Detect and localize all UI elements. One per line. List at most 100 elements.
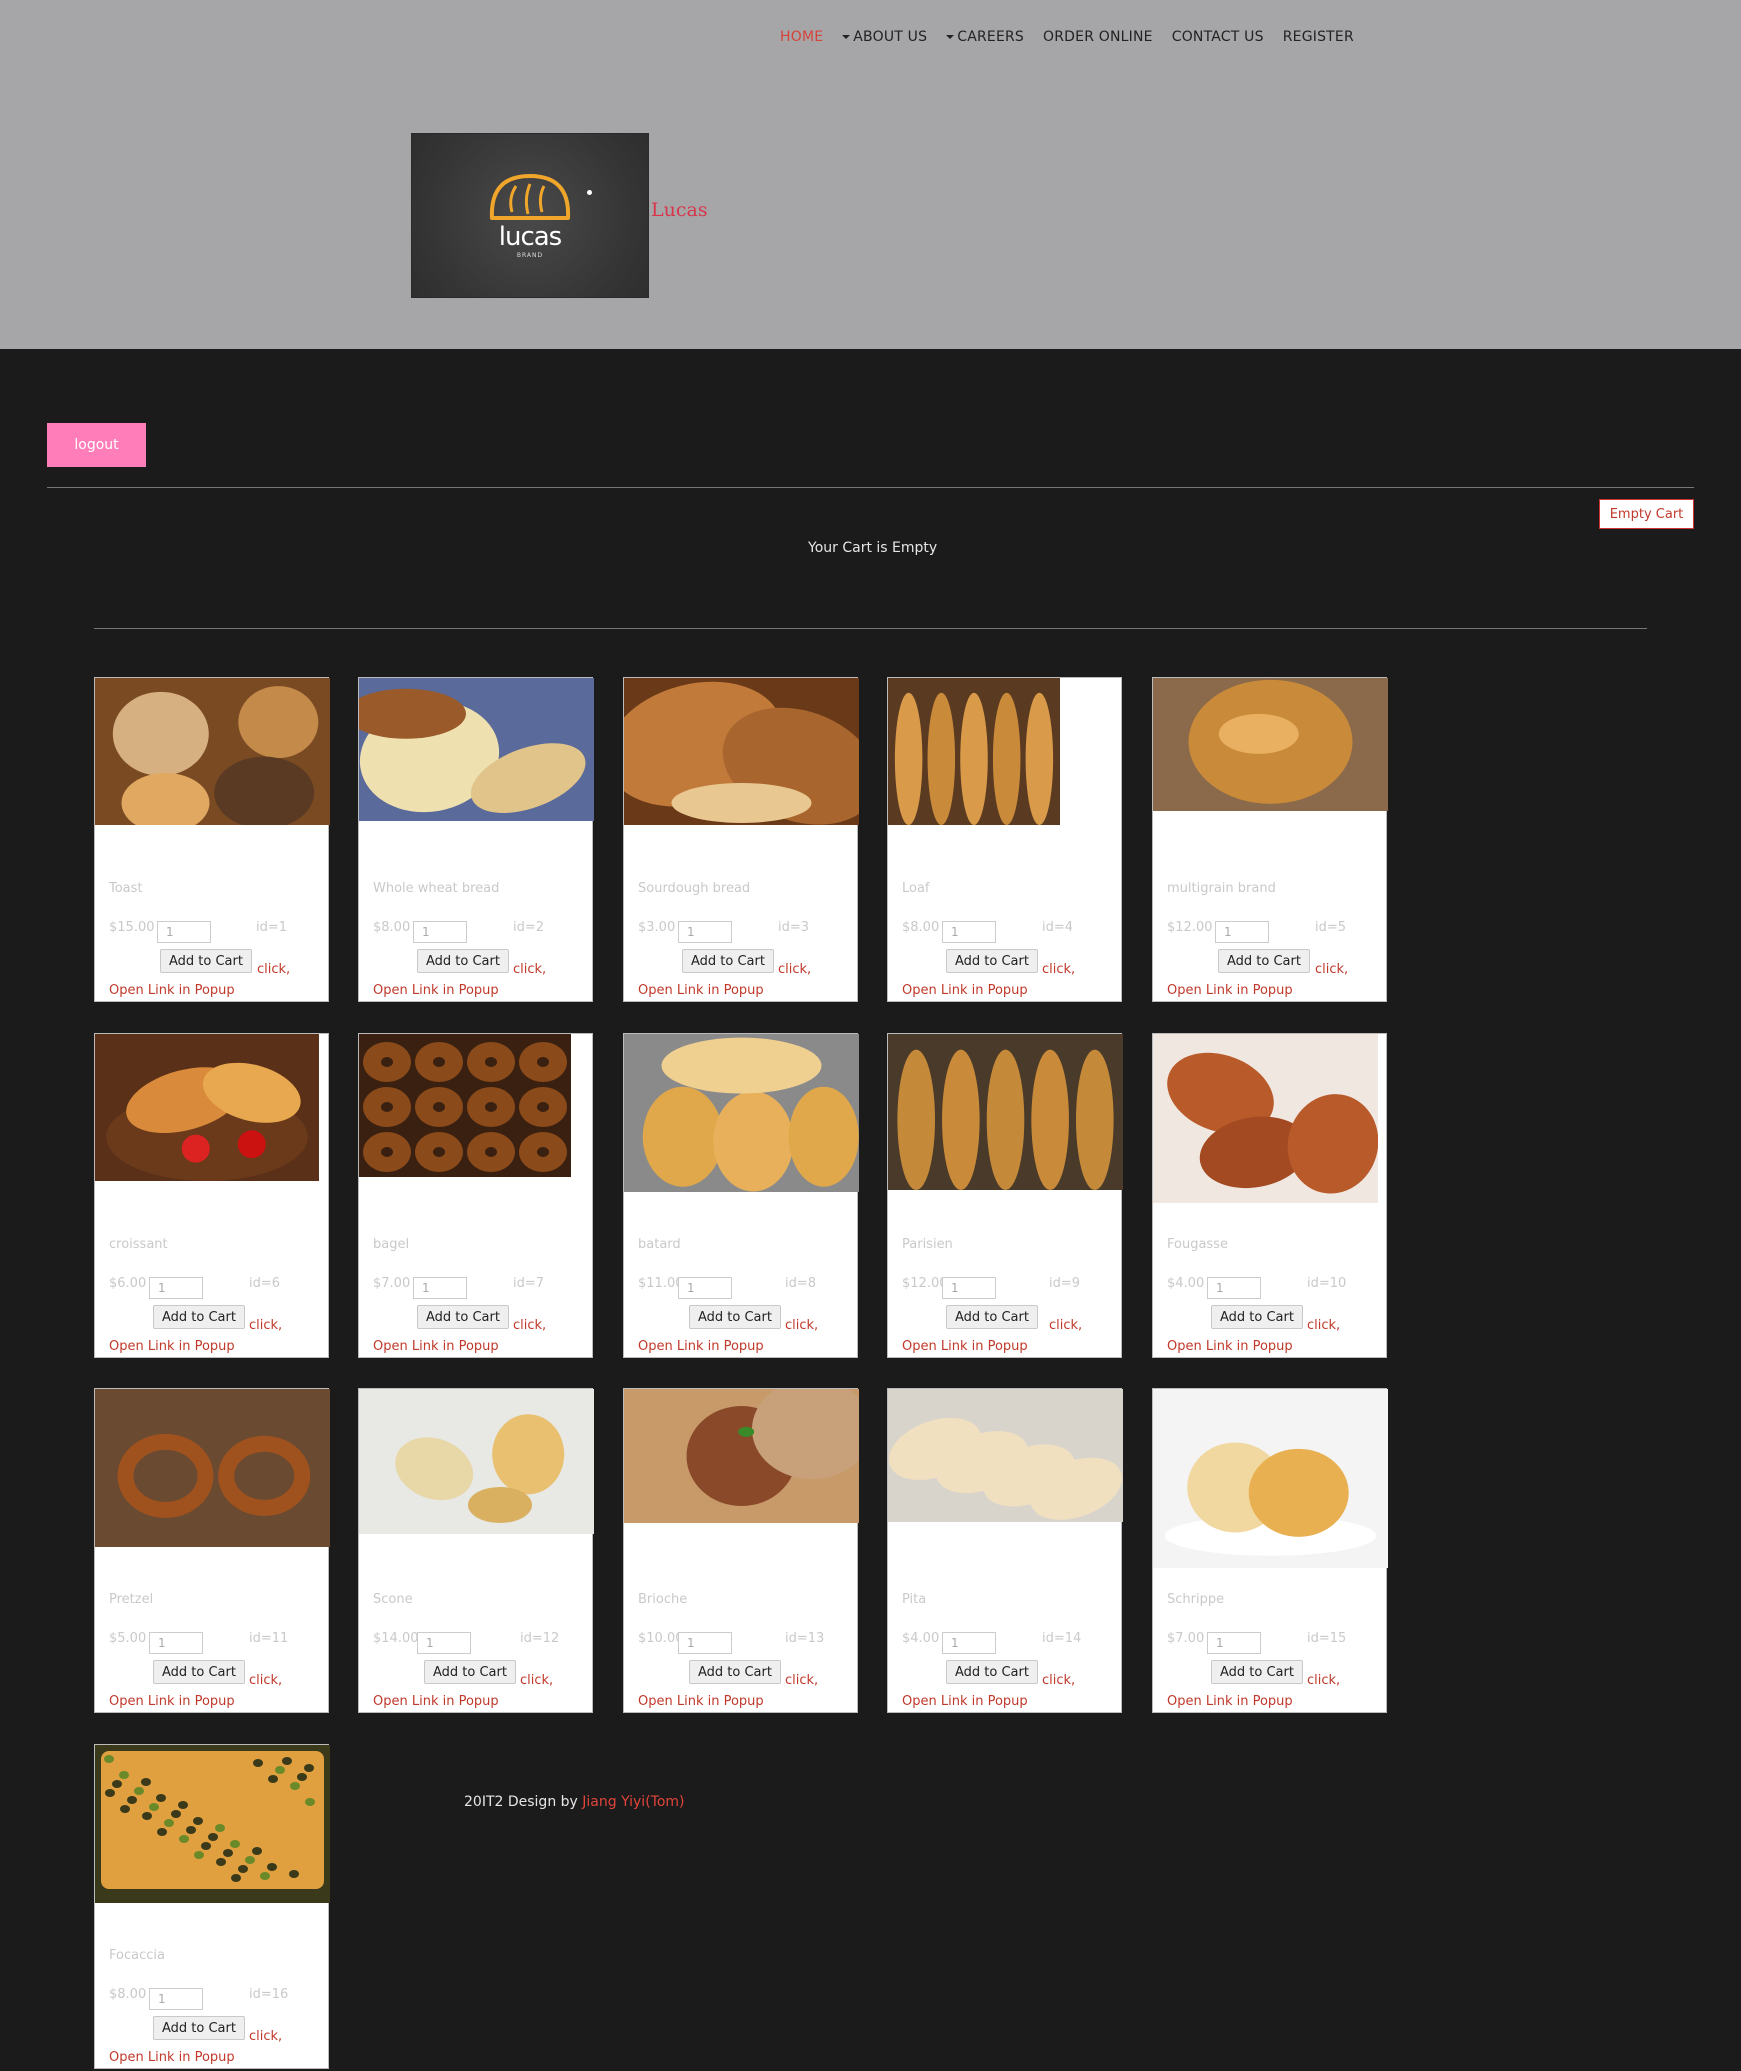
add-to-cart-button[interactable]: Add to Cart [417, 1305, 509, 1329]
click-link[interactable]: click, [249, 2029, 282, 2044]
quantity-input[interactable]: 1 [678, 921, 732, 943]
open-popup-link[interactable]: Open Link in Popup [902, 1339, 1028, 1354]
quantity-input[interactable]: 1 [413, 921, 467, 943]
product-id: id=10 [1307, 1276, 1347, 1291]
add-to-cart-button[interactable]: Add to Cart [946, 1660, 1038, 1684]
nav-about-us[interactable]: ABOUT US [842, 29, 927, 51]
click-link[interactable]: click, [520, 1673, 553, 1688]
product-price: $7.00 [1167, 1631, 1205, 1646]
quantity-input[interactable]: 1 [149, 1988, 203, 2010]
add-to-cart-button[interactable]: Add to Cart [153, 1660, 245, 1684]
product-card: Brioche $10.00 1 id=13 Add to Cart click, Open… [623, 1388, 859, 1713]
open-popup-link[interactable]: Open Link in Popup [373, 983, 499, 998]
product-name: Brioche [638, 1592, 688, 1607]
add-to-cart-button[interactable]: Add to Cart [946, 949, 1038, 973]
click-link[interactable]: click, [778, 962, 811, 977]
product-id: id=14 [1042, 1631, 1082, 1646]
open-popup-link[interactable]: Open Link in Popup [638, 1694, 764, 1709]
add-to-cart-button[interactable]: Add to Cart [424, 1660, 516, 1684]
product-id: id=8 [785, 1276, 817, 1291]
product-name: Scone [373, 1592, 413, 1607]
brand-logo[interactable]: lucas BRAND [411, 133, 649, 298]
click-link[interactable]: click, [785, 1673, 818, 1688]
quantity-input[interactable]: 1 [942, 921, 996, 943]
logo-dot [587, 190, 592, 195]
nav-order-online[interactable]: ORDER ONLINE [1043, 29, 1153, 51]
add-to-cart-button[interactable]: Add to Cart [689, 1305, 781, 1329]
click-link[interactable]: click, [1315, 962, 1348, 977]
nav-register[interactable]: REGISTER [1283, 29, 1354, 51]
footer-author-link[interactable]: Jiang Yiyi(Tom) [582, 1794, 684, 1810]
add-to-cart-button[interactable]: Add to Cart [1218, 949, 1310, 973]
open-popup-link[interactable]: Open Link in Popup [902, 1694, 1028, 1709]
add-to-cart-button[interactable]: Add to Cart [689, 1660, 781, 1684]
click-link[interactable]: click, [785, 1318, 818, 1333]
product-image [95, 1745, 330, 1903]
click-link[interactable]: click, [513, 962, 546, 977]
product-image [1153, 1389, 1388, 1568]
quantity-input[interactable]: 1 [413, 1277, 467, 1299]
click-link[interactable]: click, [1307, 1318, 1340, 1333]
empty-cart-button[interactable]: Empty Cart [1599, 499, 1694, 529]
quantity-input[interactable]: 1 [678, 1277, 732, 1299]
quantity-input[interactable]: 1 [1215, 921, 1269, 943]
product-image [888, 1034, 1123, 1190]
product-price: $14.00 [373, 1631, 419, 1646]
product-name: croissant [109, 1237, 168, 1252]
open-popup-link[interactable]: Open Link in Popup [638, 983, 764, 998]
add-to-cart-button[interactable]: Add to Cart [417, 949, 509, 973]
open-popup-link[interactable]: Open Link in Popup [373, 1694, 499, 1709]
product-price: $15.00 [109, 920, 155, 935]
click-link[interactable]: click, [1307, 1673, 1340, 1688]
nav-careers[interactable]: CAREERS [946, 29, 1024, 51]
quantity-input[interactable]: 1 [942, 1632, 996, 1654]
click-link[interactable]: click, [249, 1318, 282, 1333]
click-link[interactable]: click, [1049, 1318, 1082, 1333]
add-to-cart-button[interactable]: Add to Cart [946, 1305, 1038, 1329]
nav-contact-us[interactable]: CONTACT US [1172, 29, 1264, 51]
add-to-cart-button[interactable]: Add to Cart [153, 2016, 245, 2040]
open-popup-link[interactable]: Open Link in Popup [1167, 1694, 1293, 1709]
open-popup-link[interactable]: Open Link in Popup [109, 1339, 235, 1354]
open-popup-link[interactable]: Open Link in Popup [638, 1339, 764, 1354]
quantity-input[interactable]: 1 [1207, 1277, 1261, 1299]
click-link[interactable]: click, [1042, 1673, 1075, 1688]
logout-button[interactable]: logout [47, 423, 146, 467]
click-link[interactable]: click, [257, 962, 290, 977]
open-popup-link[interactable]: Open Link in Popup [1167, 983, 1293, 998]
add-to-cart-button[interactable]: Add to Cart [1211, 1660, 1303, 1684]
brand-name[interactable]: Lucas [651, 199, 708, 221]
click-link[interactable]: click, [513, 1318, 546, 1333]
nav-home[interactable]: HOME [780, 29, 823, 51]
quantity-input[interactable]: 1 [157, 921, 211, 943]
product-price: $5.00 [109, 1631, 147, 1646]
add-to-cart-button[interactable]: Add to Cart [160, 949, 252, 973]
open-popup-link[interactable]: Open Link in Popup [109, 2050, 235, 2065]
logo-wordmark: lucas [498, 222, 562, 252]
open-popup-link[interactable]: Open Link in Popup [902, 983, 1028, 998]
quantity-input[interactable]: 1 [1207, 1632, 1261, 1654]
quantity-input[interactable]: 1 [678, 1632, 732, 1654]
product-id: id=12 [520, 1631, 560, 1646]
click-link[interactable]: click, [249, 1673, 282, 1688]
add-to-cart-button[interactable]: Add to Cart [1211, 1305, 1303, 1329]
click-link[interactable]: click, [1042, 962, 1075, 977]
quantity-input[interactable]: 1 [149, 1632, 203, 1654]
product-image [95, 678, 330, 825]
add-to-cart-button[interactable]: Add to Cart [153, 1305, 245, 1329]
footer-text: 20IT2 Design by [464, 1794, 583, 1810]
nav-contact-label: CONTACT US [1171, 29, 1264, 45]
open-popup-link[interactable]: Open Link in Popup [109, 1694, 235, 1709]
add-to-cart-button[interactable]: Add to Cart [682, 949, 774, 973]
product-price: $8.00 [373, 920, 411, 935]
product-price: $4.00 [902, 1631, 940, 1646]
open-popup-link[interactable]: Open Link in Popup [373, 1339, 499, 1354]
quantity-input[interactable]: 1 [417, 1632, 471, 1654]
product-id: id=2 [513, 920, 545, 935]
quantity-input[interactable]: 1 [149, 1277, 203, 1299]
nav-careers-label: CAREERS [957, 29, 1025, 45]
open-popup-link[interactable]: Open Link in Popup [109, 983, 235, 998]
quantity-input[interactable]: 1 [942, 1277, 996, 1299]
product-name: Sourdough bread [638, 881, 751, 896]
open-popup-link[interactable]: Open Link in Popup [1167, 1339, 1293, 1354]
